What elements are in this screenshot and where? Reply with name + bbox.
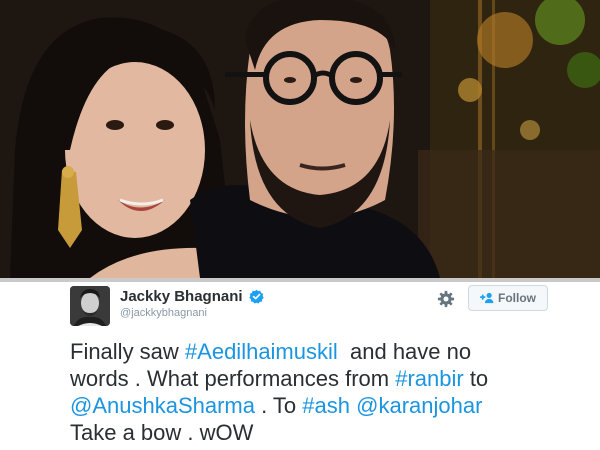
tweet-text-line: Take a bow . wOW (70, 419, 580, 446)
mention-link[interactable]: @karanjohar (356, 393, 482, 418)
tweet-text-line: Finally saw #Aedilhaimuskil and have no (70, 338, 580, 365)
hashtag-link[interactable]: #Aedilhaimuskil (185, 339, 338, 364)
avatar-image (70, 286, 110, 326)
tweet-text-segment: . To (254, 393, 303, 418)
author-name[interactable]: Jackky Bhagnani (120, 288, 243, 305)
tweet-text-segment: and have no (337, 339, 472, 364)
verified-badge-icon (249, 289, 264, 304)
photo-illustration (0, 0, 600, 278)
tweet-photo (0, 0, 600, 278)
follow-button[interactable]: Follow (468, 285, 548, 311)
tweet-card: Jackky Bhagnani @jackkybhagnani Follow F… (0, 282, 600, 450)
tweet-text-line: words . What performances from #ranbir t… (70, 365, 580, 392)
hashtag-link[interactable]: #ash (302, 393, 350, 418)
author-handle[interactable]: @jackkybhagnani (120, 307, 207, 319)
follow-label: Follow (498, 291, 536, 305)
tweet-text-segment: Finally saw (70, 339, 185, 364)
mention-link[interactable]: @AnushkaSharma (70, 393, 255, 418)
tweet-text-line: @AnushkaSharma . To #ash @karanjohar (70, 392, 580, 419)
tweet-text-segment: to (463, 366, 489, 391)
add-user-icon (480, 292, 494, 304)
tweet-text-segment: words . What performances from (70, 366, 396, 391)
tweet-text-segment: Take a bow . wOW (70, 420, 254, 445)
tweet-text: Finally saw #Aedilhaimuskil and have no w… (70, 338, 580, 446)
gear-icon[interactable] (437, 290, 455, 308)
avatar[interactable] (70, 286, 110, 326)
hashtag-link[interactable]: #ranbir (395, 366, 463, 391)
